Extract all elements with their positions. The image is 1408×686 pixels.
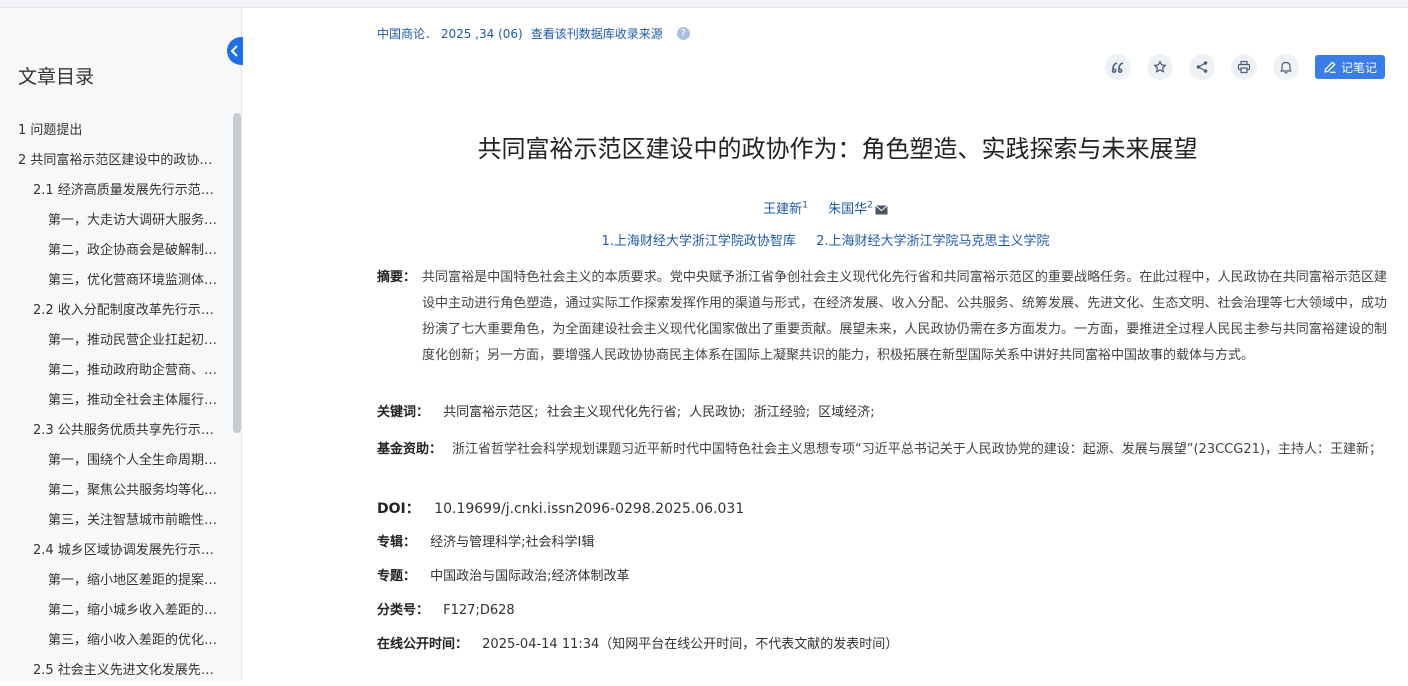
take-note-button[interactable]: 记笔记 <box>1315 55 1386 79</box>
keywords-label: 关键词： <box>377 405 430 420</box>
author-name: 王建新 <box>763 202 803 217</box>
toc-item[interactable]: 2.5 社会主义先进文化发展先行示范中的政协作为 <box>0 656 232 686</box>
toc-item[interactable]: 第一，围绕个人全生命周期公共服务 <box>0 446 232 476</box>
article-toolbar: 记笔记 <box>1105 54 1386 80</box>
toc-item[interactable]: 第三，关注智慧城市前瞻性建设 <box>0 506 232 536</box>
toc-item[interactable]: 2.1 经济高质量发展先行示范中的政协作为 <box>0 176 232 206</box>
article-main: 中国商论． 2025 ,34 (06) 查看该刊数据库收录来源 ? 记笔记 共同… <box>243 8 1408 681</box>
take-note-label: 记笔记 <box>1341 60 1378 75</box>
collapse-sidebar-button[interactable] <box>227 37 243 65</box>
author-link[interactable]: 朱国华2 <box>828 200 888 217</box>
toc-item[interactable]: 2.3 公共服务优质共享先行示范中的政协作为 <box>0 416 232 446</box>
toc-item[interactable]: 第二，聚焦公共服务均等化建设 <box>0 476 232 506</box>
toc-list: 1 问题提出 2 共同富裕示范区建设中的政协角色塑造 2.1 经济高质量发展先行示范… <box>0 116 232 686</box>
print-button[interactable] <box>1231 54 1257 80</box>
toc-item[interactable]: 第三，缩小收入差距的优化路径 <box>0 626 232 656</box>
album-label: 专辑： <box>377 535 417 550</box>
classification-label: 分类号： <box>377 603 430 618</box>
keyword-link[interactable]: 区域经济; <box>818 405 874 420</box>
article-title: 共同富裕示范区建设中的政协作为：角色塑造、实践探索与未来展望 <box>243 129 1408 164</box>
toc-item[interactable]: 第三，优化营商环境监测体系建设 <box>0 266 232 296</box>
share-button[interactable] <box>1189 54 1215 80</box>
album-row: 专辑： 经济与管理科学;社会科学Ⅰ辑 <box>377 533 1387 553</box>
journal-source[interactable]: 中国商论． 2025 ,34 (06) <box>377 25 523 42</box>
toc-scrollbar[interactable] <box>233 113 241 433</box>
keyword-link[interactable]: 共同富裕示范区; <box>443 405 538 420</box>
toc-item[interactable]: 2.2 收入分配制度改革先行示范中的政协作为 <box>0 296 232 326</box>
alert-button[interactable] <box>1273 54 1299 80</box>
toc-item[interactable]: 1 问题提出 <box>0 116 232 146</box>
database-source-link[interactable]: 查看该刊数据库收录来源 <box>531 25 663 42</box>
source-line: 中国商论． 2025 ,34 (06) 查看该刊数据库收录来源 ? <box>377 25 690 42</box>
keyword-link[interactable]: 浙江经验; <box>754 405 810 420</box>
toc-item[interactable]: 第一，缩小地区差距的提案建言 <box>0 566 232 596</box>
bell-icon <box>1280 61 1292 74</box>
keyword-link[interactable]: 社会主义现代化先行省; <box>547 405 681 420</box>
fund-label: 基金资助： <box>377 442 443 457</box>
toc-item[interactable]: 第二，政企协商会是破解制约企业发展难题 <box>0 236 232 266</box>
author-affiliation-mark: 2 <box>867 200 873 211</box>
keyword-link[interactable]: 人民政协; <box>689 405 745 420</box>
album-value: 经济与管理科学;社会科学Ⅰ辑 <box>430 535 595 550</box>
article-title-text: 共同富裕示范区建设中的政协作为：角色塑造、实践探索与未来展望 <box>477 135 1198 163</box>
doi-label: DOI： <box>377 501 420 517</box>
author-name: 朱国华 <box>828 202 868 217</box>
toc-item[interactable]: 第二，推动政府助企营商、优化再分配 <box>0 356 232 386</box>
toc-item[interactable]: 2 共同富裕示范区建设中的政协角色塑造 <box>0 146 232 176</box>
favorite-button[interactable] <box>1147 54 1173 80</box>
fund-text[interactable]: 浙江省哲学社会科学规划课题习近平新时代中国特色社会主义思想专项“习近平总书记关于… <box>452 439 1382 461</box>
abstract-text: 共同富裕是中国特色社会主义的本质要求。党中央赋予浙江省争创社会主义现代化先行省和… <box>422 270 1387 363</box>
cite-button[interactable] <box>1105 54 1131 80</box>
affiliation-link[interactable]: 2.上海财经大学浙江学院马克思主义学院 <box>816 234 1049 249</box>
topic-label: 专题： <box>377 569 417 584</box>
mail-icon[interactable] <box>874 204 888 215</box>
abstract-label: 摘要： <box>377 270 417 285</box>
topic-row: 专题： 中国政治与国际政治;经济体制改革 <box>377 567 1387 587</box>
star-icon <box>1153 60 1167 73</box>
chevron-left-icon <box>230 45 238 57</box>
affiliation-list: 1.上海财经大学浙江学院政协智库 2.上海财经大学浙江学院马克思主义学院 <box>243 230 1408 249</box>
doi-value: 10.19699/j.cnki.issn2096-0298.2025.06.03… <box>434 501 745 517</box>
top-border <box>0 0 1408 8</box>
fund-row: 基金资助： 浙江省哲学社会科学规划课题习近平新时代中国特色社会主义思想专项“习近… <box>377 439 1387 461</box>
abstract-row: 摘要： 共同富裕是中国特色社会主义的本质要求。党中央赋予浙江省争创社会主义现代化… <box>377 265 1387 369</box>
quote-icon <box>1111 62 1124 73</box>
online-time-value: 2025-04-14 11:34（知网平台在线公开时间，不代表文献的发表时间） <box>482 637 899 652</box>
topic-value: 中国政治与国际政治;经济体制改革 <box>430 569 630 584</box>
pencil-icon <box>1324 61 1336 73</box>
classification-row: 分类号： F127;D628 <box>377 601 1387 621</box>
affiliation-link[interactable]: 1.上海财经大学浙江学院政协智库 <box>602 234 796 249</box>
toc-sidebar: 文章目录 1 问题提出 2 共同富裕示范区建设中的政协角色塑造 2.1 经济高质量发… <box>0 8 243 681</box>
help-icon[interactable]: ? <box>676 27 690 40</box>
online-time-row: 在线公开时间： 2025-04-14 11:34（知网平台在线公开时间，不代表文… <box>377 635 1387 655</box>
keywords-row: 关键词： 共同富裕示范区; 社会主义现代化先行省; 人民政协; 浙江经验; 区域… <box>377 403 1387 423</box>
online-time-label: 在线公开时间： <box>377 637 469 652</box>
toc-item[interactable]: 第二，缩小城乡收入差距的协商 <box>0 596 232 626</box>
toc-item[interactable]: 第一，推动民营企业扛起初次分配责任 <box>0 326 232 356</box>
author-list: 王建新1 朱国华2 <box>243 198 1408 217</box>
toc-item[interactable]: 2.4 城乡区域协调发展先行示范中的政协作为 <box>0 536 232 566</box>
author-affiliation-mark: 1 <box>802 200 808 211</box>
toc-title: 文章目录 <box>18 66 95 88</box>
author-link[interactable]: 王建新1 <box>763 200 808 217</box>
classification-value: F127;D628 <box>443 603 515 618</box>
share-icon <box>1196 61 1208 73</box>
printer-icon <box>1237 60 1251 74</box>
toc-item[interactable]: 第三，推动全社会主体履行第三次分配 <box>0 386 232 416</box>
doi-row: DOI： 10.19699/j.cnki.issn2096-0298.2025.… <box>377 499 1387 519</box>
toc-item[interactable]: 第一，大走访大调研大服务助力企业纾困 <box>0 206 232 236</box>
